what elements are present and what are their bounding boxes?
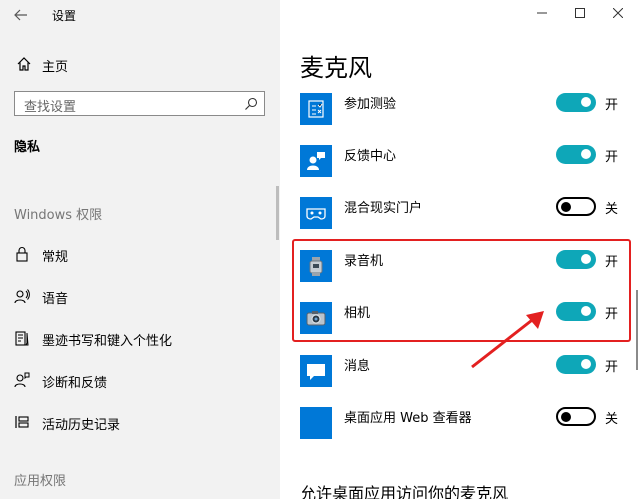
- search-icon[interactable]: [244, 97, 258, 111]
- search-input[interactable]: 查找设置: [14, 91, 265, 116]
- page-title: 麦克风: [300, 54, 372, 82]
- sidebar-item-label: 活动历史记录: [42, 418, 121, 433]
- toggle-state-label: 关: [605, 202, 619, 217]
- minimize-button[interactable]: [524, 0, 560, 30]
- lock-icon: [16, 247, 28, 262]
- clipboard-pen-icon: [15, 331, 29, 346]
- annotation-arrow: [471, 311, 544, 369]
- toggle-state-label: 关: [605, 412, 619, 427]
- app-row: 参加测验 开: [280, 93, 640, 137]
- sidebar-item-label: 主页: [42, 60, 69, 75]
- back-arrow-icon: [14, 9, 27, 21]
- timeline-icon: [15, 416, 29, 428]
- feedback-hub-icon: [300, 145, 332, 177]
- quiz-icon: [300, 93, 332, 125]
- back-button[interactable]: [10, 4, 32, 26]
- sidebar-scrollbar[interactable]: [276, 186, 279, 240]
- close-icon: [612, 7, 624, 19]
- app-row: 桌面应用 Web 查看器 关: [280, 407, 640, 451]
- home-icon: [17, 57, 31, 71]
- speech-icon: [14, 289, 30, 304]
- sidebar-item-inking-typing[interactable]: 墨迹书写和键入个性化: [0, 325, 276, 353]
- app-toggle[interactable]: [556, 355, 596, 374]
- app-name: 消息: [344, 359, 371, 374]
- app-name: 混合现实门户: [344, 201, 423, 216]
- app-name: 桌面应用 Web 查看器: [344, 411, 472, 426]
- section-heading-privacy: 隐私: [14, 140, 41, 155]
- app-row: 消息 开: [280, 355, 640, 399]
- app-name: 参加测验: [344, 97, 397, 112]
- app-toggle[interactable]: [556, 93, 596, 112]
- close-button[interactable]: [600, 0, 636, 30]
- title-bar: 设置: [0, 0, 280, 30]
- message-icon: [300, 355, 332, 387]
- sidebar-item-activity-history[interactable]: 活动历史记录: [0, 409, 276, 437]
- section-heading-windows-permissions: Windows 权限: [14, 208, 103, 223]
- section-heading-app-permissions: 应用权限: [14, 474, 67, 489]
- app-title: 设置: [52, 9, 77, 23]
- app-toggle[interactable]: [556, 145, 596, 164]
- app-row: 反馈中心 开: [280, 145, 640, 189]
- app-toggle[interactable]: [556, 407, 596, 426]
- toggle-state-label: 开: [605, 98, 619, 113]
- section-heading-desktop-apps: 允许桌面应用访问你的麦克风: [300, 484, 509, 499]
- minimize-icon: [537, 12, 547, 14]
- main-scrollbar[interactable]: [636, 290, 638, 370]
- feedback-person-icon: [14, 372, 30, 388]
- app-name: 反馈中心: [344, 149, 397, 164]
- sidebar-item-home[interactable]: 主页: [0, 50, 280, 78]
- maximize-button[interactable]: [562, 0, 598, 30]
- sidebar-item-label: 诊断和反馈: [42, 376, 108, 391]
- web-viewer-icon: [300, 407, 332, 439]
- sidebar-item-speech[interactable]: 语音: [0, 283, 276, 311]
- search-placeholder: 查找设置: [24, 100, 77, 115]
- app-row: 混合现实门户 关: [280, 197, 640, 241]
- toggle-state-label: 开: [605, 150, 619, 165]
- sidebar-item-diagnostics-feedback[interactable]: 诊断和反馈: [0, 367, 276, 395]
- sidebar: 设置 主页 查找设置 隐私 Windows 权限 常规 语音 墨迹书写和键入个性…: [0, 0, 280, 499]
- sidebar-item-label: 墨迹书写和键入个性化: [42, 334, 173, 349]
- app-toggle[interactable]: [556, 197, 596, 216]
- sidebar-item-label: 常规: [42, 250, 69, 265]
- mixed-reality-icon: [300, 197, 332, 229]
- maximize-icon: [575, 8, 585, 18]
- toggle-state-label: 开: [605, 360, 619, 375]
- sidebar-item-general[interactable]: 常规: [0, 241, 276, 269]
- sidebar-item-label: 语音: [42, 292, 69, 307]
- highlight-box: [292, 239, 631, 342]
